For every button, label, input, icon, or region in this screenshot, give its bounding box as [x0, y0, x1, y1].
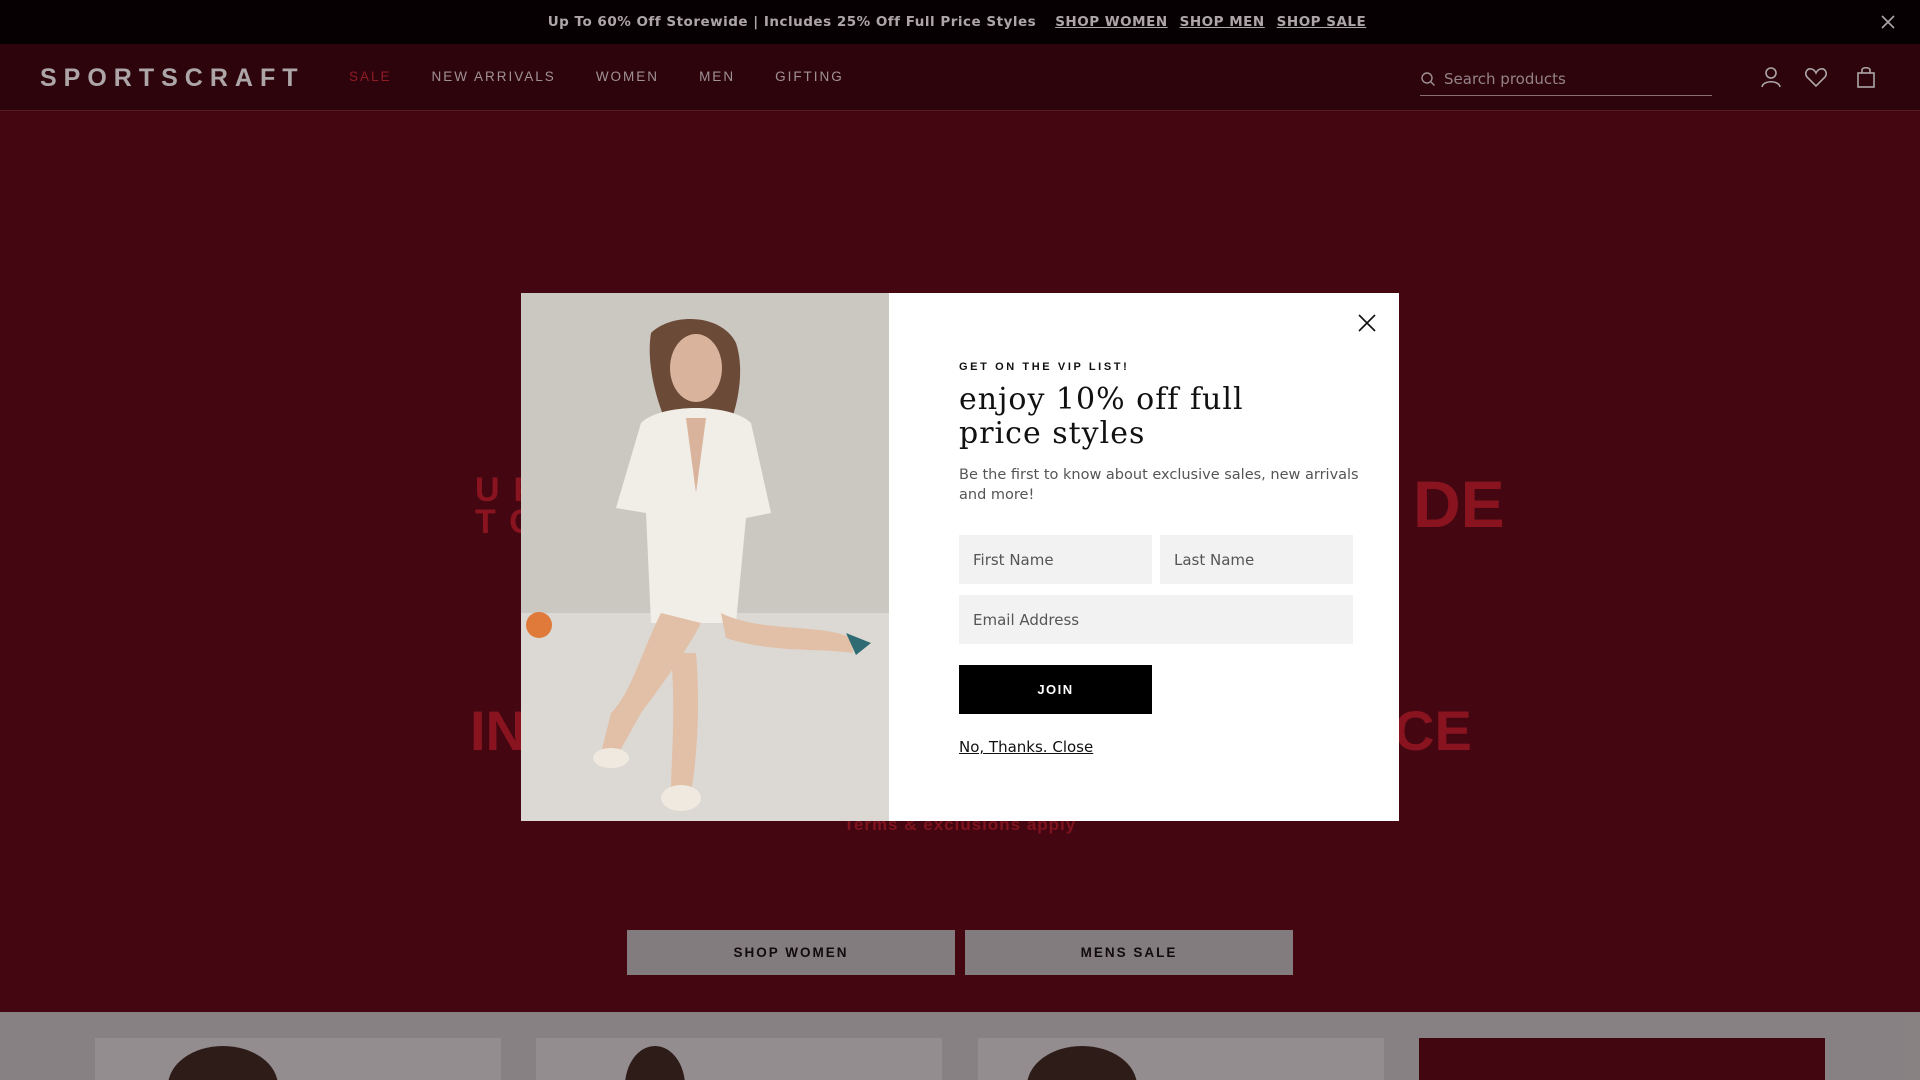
email-field[interactable]	[959, 595, 1353, 644]
modal-content: GET ON THE VIP LIST! enjoy 10% off full …	[889, 293, 1399, 821]
join-button[interactable]: JOIN	[959, 665, 1152, 714]
close-icon[interactable]	[1355, 311, 1379, 335]
newsletter-modal: GET ON THE VIP LIST! enjoy 10% off full …	[521, 293, 1399, 821]
email-row	[959, 595, 1359, 644]
modal-subtext: Be the first to know about exclusive sal…	[959, 467, 1359, 503]
no-thanks-close-link[interactable]: No, Thanks. Close	[959, 738, 1093, 756]
last-name-field[interactable]	[1160, 535, 1353, 584]
model-photo	[521, 293, 889, 821]
model-photo-illustration	[521, 293, 889, 821]
name-row	[959, 535, 1359, 584]
modal-eyebrow: GET ON THE VIP LIST!	[959, 361, 1130, 373]
first-name-field[interactable]	[959, 535, 1152, 584]
modal-headline: enjoy 10% off full price styles	[959, 382, 1244, 451]
